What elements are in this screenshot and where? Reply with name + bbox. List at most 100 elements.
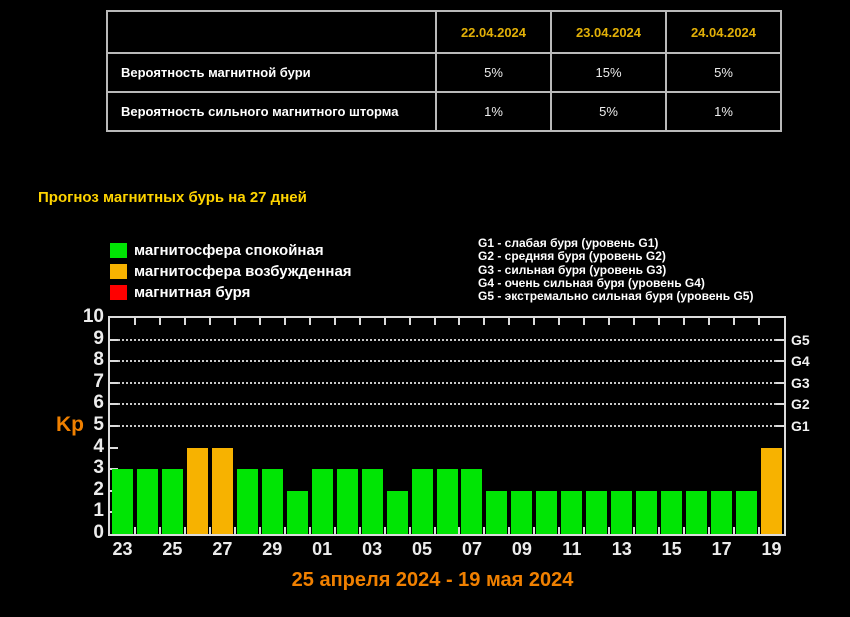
x-tick-bottom bbox=[658, 527, 660, 534]
chart-legend: магнитосфера спокойная магнитосфера возб… bbox=[110, 240, 352, 303]
x-tick-top bbox=[508, 318, 510, 325]
kp-bar-05 bbox=[412, 469, 433, 534]
kp-bar-19 bbox=[761, 448, 782, 534]
x-axis-label-27: 27 bbox=[197, 539, 247, 560]
magnetic-storm-forecast-page: 22.04.2024 23.04.2024 24.04.2024 Вероятн… bbox=[0, 0, 850, 617]
y-tick-right bbox=[776, 382, 784, 384]
x-tick-top bbox=[483, 318, 485, 325]
kp-bar-27 bbox=[212, 448, 233, 534]
legend-item-quiet: магнитосфера спокойная bbox=[110, 240, 352, 261]
y-axis-label-4: 4 bbox=[60, 436, 104, 458]
kp-bar-09 bbox=[511, 491, 532, 534]
kp-bar-10 bbox=[536, 491, 557, 534]
y-tick-left bbox=[110, 447, 118, 449]
x-tick-top bbox=[384, 318, 386, 325]
kp-bar-02 bbox=[337, 469, 358, 534]
x-tick-bottom bbox=[483, 527, 485, 534]
legend-item-storm: магнитная буря bbox=[110, 282, 352, 303]
x-tick-bottom bbox=[384, 527, 386, 534]
probability-value: 1% bbox=[436, 92, 551, 131]
row-label-storm-probability: Вероятность магнитной бури bbox=[107, 53, 436, 92]
x-tick-top bbox=[733, 318, 735, 325]
x-axis-label-25: 25 bbox=[147, 539, 197, 560]
kp-bar-01 bbox=[312, 469, 333, 534]
x-tick-top bbox=[658, 318, 660, 325]
kp-bar-11 bbox=[561, 491, 582, 534]
x-tick-top bbox=[159, 318, 161, 325]
x-tick-top bbox=[608, 318, 610, 325]
kp-bar-14 bbox=[636, 491, 657, 534]
y-tick-left bbox=[110, 360, 118, 362]
table-header-row: 22.04.2024 23.04.2024 24.04.2024 bbox=[107, 11, 781, 53]
kp-bar-12 bbox=[586, 491, 607, 534]
g-scale-line: G1 - слабая буря (уровень G1) bbox=[478, 237, 753, 250]
legend-label: магнитная буря bbox=[134, 284, 250, 301]
y-tick-right bbox=[776, 403, 784, 405]
x-tick-bottom bbox=[683, 527, 685, 534]
x-tick-top bbox=[309, 318, 311, 325]
x-tick-top bbox=[134, 318, 136, 325]
x-tick-top bbox=[184, 318, 186, 325]
forecast-title: Прогноз магнитных бурь на 27 дней bbox=[38, 189, 307, 206]
x-tick-top bbox=[558, 318, 560, 325]
legend-label: магнитосфера спокойная bbox=[134, 242, 324, 259]
table-date-header: 24.04.2024 bbox=[666, 11, 781, 53]
kp-bar-24 bbox=[137, 469, 158, 534]
y-tick-right bbox=[776, 425, 784, 427]
table-row: Вероятность сильного магнитного шторма 1… bbox=[107, 92, 781, 131]
x-axis-label-29: 29 bbox=[247, 539, 297, 560]
kp-bar-29 bbox=[262, 469, 283, 534]
x-axis-label-07: 07 bbox=[447, 539, 497, 560]
g-scale-line: G3 - сильная буря (уровень G3) bbox=[478, 264, 753, 277]
kp-bar-chart-plot-area bbox=[108, 316, 786, 536]
x-axis-label-13: 13 bbox=[597, 539, 647, 560]
chart-date-range-caption: 25 апреля 2024 - 19 мая 2024 bbox=[110, 569, 755, 592]
kp-bar-06 bbox=[437, 469, 458, 534]
y-tick-right bbox=[776, 360, 784, 362]
x-axis-label-09: 09 bbox=[497, 539, 547, 560]
x-tick-bottom bbox=[159, 527, 161, 534]
x-tick-bottom bbox=[184, 527, 186, 534]
right-axis-label-G3: G3 bbox=[791, 375, 810, 391]
x-axis-label-11: 11 bbox=[547, 539, 597, 560]
x-axis-label-01: 01 bbox=[297, 539, 347, 560]
kp-bar-15 bbox=[661, 491, 682, 534]
y-tick-right bbox=[776, 339, 784, 341]
x-tick-top bbox=[434, 318, 436, 325]
probability-value: 15% bbox=[551, 53, 666, 92]
y-tick-left bbox=[110, 425, 118, 427]
x-axis-label-15: 15 bbox=[647, 539, 697, 560]
y-axis-label-7: 7 bbox=[60, 371, 104, 393]
right-axis-label-G5: G5 bbox=[791, 332, 810, 348]
x-tick-bottom bbox=[558, 527, 560, 534]
storm-probability-table: 22.04.2024 23.04.2024 24.04.2024 Вероятн… bbox=[106, 10, 782, 132]
kp-bar-30 bbox=[287, 491, 308, 534]
x-tick-top bbox=[583, 318, 585, 325]
x-tick-top bbox=[234, 318, 236, 325]
kp-bar-28 bbox=[237, 469, 258, 534]
x-axis-label-17: 17 bbox=[697, 539, 747, 560]
kp-bar-08 bbox=[486, 491, 507, 534]
x-tick-top bbox=[209, 318, 211, 325]
x-tick-top bbox=[758, 318, 760, 325]
x-tick-top bbox=[633, 318, 635, 325]
x-tick-bottom bbox=[209, 527, 211, 534]
y-tick-left bbox=[110, 339, 118, 341]
kp-bar-04 bbox=[387, 491, 408, 534]
x-tick-bottom bbox=[309, 527, 311, 534]
storm-color-swatch bbox=[110, 285, 127, 300]
gridline-kp-9 bbox=[110, 339, 784, 341]
kp-bar-18 bbox=[736, 491, 757, 534]
x-tick-top bbox=[409, 318, 411, 325]
table-date-header: 23.04.2024 bbox=[551, 11, 666, 53]
x-tick-top bbox=[334, 318, 336, 325]
probability-value: 1% bbox=[666, 92, 781, 131]
row-label-severe-storm-probability: Вероятность сильного магнитного шторма bbox=[107, 92, 436, 131]
table-corner-cell bbox=[107, 11, 436, 53]
x-tick-bottom bbox=[409, 527, 411, 534]
y-axis-label-8: 8 bbox=[60, 349, 104, 371]
gridline-kp-7 bbox=[110, 382, 784, 384]
x-tick-bottom bbox=[758, 527, 760, 534]
x-tick-bottom bbox=[708, 527, 710, 534]
quiet-color-swatch bbox=[110, 243, 127, 258]
